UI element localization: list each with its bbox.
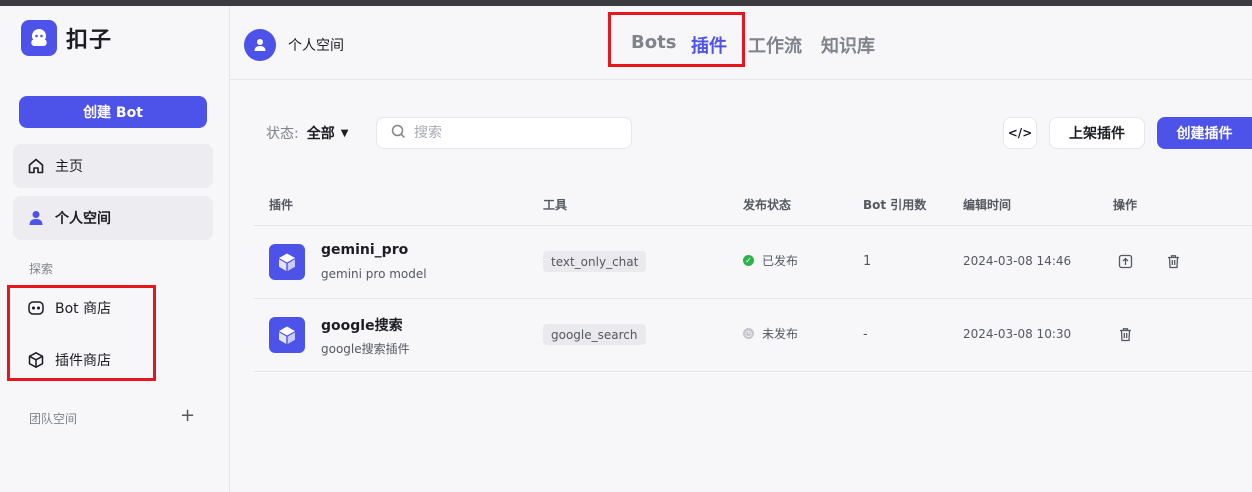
user-icon — [27, 209, 45, 227]
plugin-name[interactable]: google搜索 — [321, 315, 403, 335]
publish-status: ◷ 未发布 — [743, 325, 798, 342]
clock-icon: ◷ — [743, 328, 754, 339]
publish-status-text: 未发布 — [762, 327, 799, 341]
bot-ref-count: 1 — [863, 254, 872, 269]
search-input[interactable] — [414, 125, 614, 141]
highlight-box-tabs — [608, 12, 745, 67]
plugin-cube-icon — [269, 244, 305, 280]
delete-icon[interactable] — [1116, 325, 1134, 343]
tool-tag: google_search — [543, 324, 646, 345]
edit-time: 2024-03-08 14:46 — [963, 254, 1072, 268]
logo-text: 扣子 — [66, 28, 113, 53]
workspace-name: 个人空间 — [288, 38, 344, 54]
create-bot-button[interactable]: 创建 Bot — [19, 96, 207, 128]
check-icon: ✓ — [743, 255, 754, 266]
plugin-name[interactable]: gemini_pro — [321, 242, 408, 258]
table-row[interactable]: google搜索 google搜索插件 google_search ◷ 未发布 … — [253, 299, 1252, 371]
table-row[interactable]: gemini_pro gemini pro model text_only_ch… — [253, 226, 1252, 298]
column-header-plugin: 插件 — [269, 198, 294, 212]
tab-knowledge[interactable]: 知识库 — [821, 32, 891, 58]
plugin-description: google搜索插件 — [321, 342, 410, 356]
create-plugin-button[interactable]: 创建插件 — [1157, 117, 1252, 149]
tool-tag: text_only_chat — [543, 251, 647, 272]
divider — [253, 371, 1252, 372]
search-box[interactable] — [376, 117, 632, 149]
code-button[interactable]: </> — [1003, 117, 1037, 149]
plugin-cube-icon — [269, 317, 305, 353]
status-filter-value: 全部 — [306, 126, 335, 142]
publish-status-text: 已发布 — [762, 254, 799, 268]
home-icon — [27, 157, 45, 175]
column-header-tool: 工具 — [543, 198, 568, 212]
status-filter-label: 状态: — [266, 126, 299, 142]
workspace-switcher[interactable]: 个人空间 — [244, 29, 344, 61]
add-team-icon[interactable]: + — [180, 407, 195, 425]
bot-ref-count: - — [863, 327, 868, 342]
plugin-description: gemini pro model — [321, 267, 427, 281]
caret-down-icon: ▼ — [340, 127, 349, 139]
sidebar-item-label: 主页 — [55, 159, 83, 175]
search-icon — [391, 124, 406, 143]
sidebar-item-personal-space[interactable]: 个人空间 — [13, 196, 213, 240]
tab-workflow[interactable]: 工作流 — [748, 32, 821, 58]
team-space-label: 团队空间 — [29, 412, 78, 426]
column-header-actions: 操作 — [1113, 198, 1138, 212]
delete-icon[interactable] — [1164, 252, 1182, 270]
sidebar-item-label: 个人空间 — [55, 211, 111, 227]
sidebar-item-home[interactable]: 主页 — [13, 144, 213, 188]
publish-icon[interactable] — [1116, 252, 1134, 270]
logo[interactable]: 扣子 — [21, 20, 112, 56]
avatar — [244, 29, 276, 61]
edit-time: 2024-03-08 10:30 — [963, 327, 1072, 341]
column-header-edit-time: 编辑时间 — [963, 198, 1012, 212]
logo-icon — [21, 20, 57, 56]
publish-status: ✓ 已发布 — [743, 252, 798, 269]
explore-section-label: 探索 — [29, 262, 54, 276]
list-plugin-button[interactable]: 上架插件 — [1049, 117, 1145, 149]
highlight-box-sidebar — [7, 285, 156, 381]
column-header-status: 发布状态 — [743, 198, 792, 212]
column-header-bot-refs: Bot 引用数 — [863, 198, 927, 212]
status-filter[interactable]: 状态: 全部 ▼ — [266, 123, 348, 143]
code-icon: </> — [1007, 126, 1033, 140]
